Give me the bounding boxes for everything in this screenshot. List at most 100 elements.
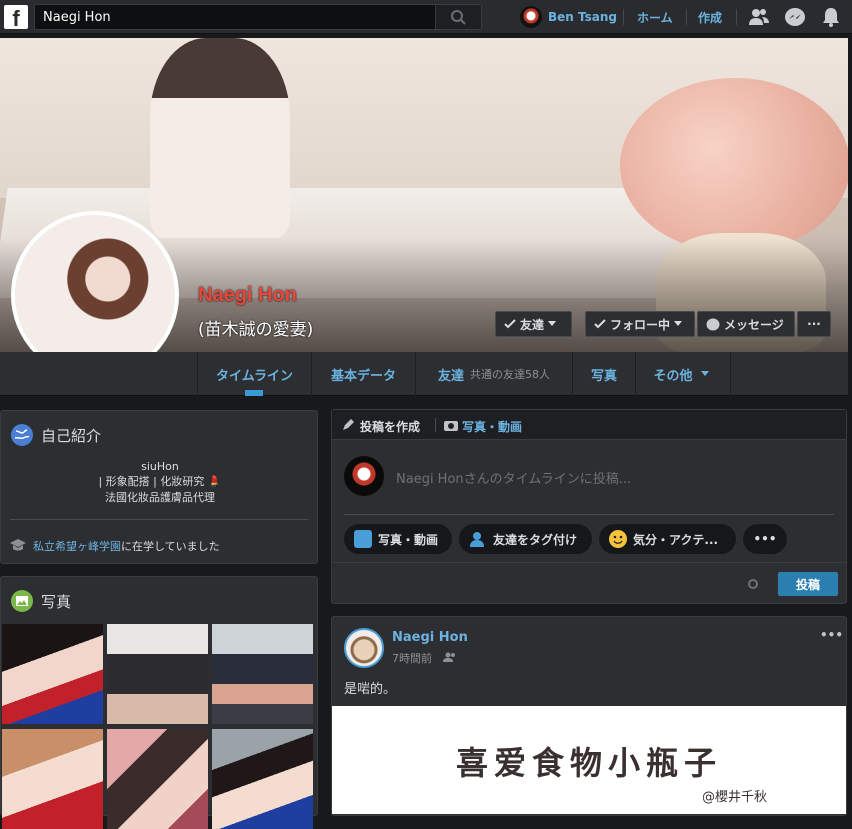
tab-label: 基本データ [330,368,396,384]
photo-thumbnail[interactable] [107,624,208,724]
chevron-down-icon [548,321,557,326]
tab-friends[interactable]: 友達 共通の友達58人 [415,352,572,396]
tab-about[interactable]: 基本データ [311,352,415,396]
bio-line: 法國化妝品護膚品代理 [105,491,215,504]
notifications-icon [823,8,839,27]
school-link[interactable]: 私立希望ヶ峰学園 [33,540,121,553]
photos-icon [11,590,33,612]
top-navigation-bar: f Ben Tsang ホーム 作成 [0,0,852,34]
search-bar [34,4,482,30]
notifications-button[interactable] [820,7,842,27]
composer-tabs: 投稿を作成 写真・動画 [332,410,846,440]
school-suffix: に在学していました [121,540,220,553]
photos-title[interactable]: 写真 [41,591,71,612]
chip-label: 友達をタグ付け [493,532,578,547]
chip-label: 写真・動画 [378,532,439,547]
checkmark-icon [594,319,606,329]
tag-friends-icon [470,532,484,547]
following-button[interactable]: フォロー中 [585,311,695,337]
profile-alternate-name: (苗木誠の愛妻) [198,320,314,340]
user-avatar [520,6,542,28]
photo-video-tab[interactable]: 写真・動画 [462,418,522,435]
chevron-down-icon [700,371,709,376]
photo-thumbnail[interactable] [107,729,208,829]
more-icon: ··· [807,317,821,331]
following-button-label: フォロー中 [610,317,671,332]
bio-line: | 形象配搭 | 化妝研究 💄 [98,475,222,488]
search-icon [451,10,466,25]
more-options-chip[interactable]: ••• [743,524,787,554]
divider [435,418,436,432]
divider [332,562,846,563]
tag-friends-chip[interactable]: 友達をタグ付け [459,524,592,554]
intro-panel: 自己紹介 siuHon | 形象配搭 | 化妝研究 💄 法國化妝品護膚品代理 私… [0,410,318,564]
intro-title: 自己紹介 [41,427,102,445]
composer-placeholder[interactable]: Naegi Honさんのタイムラインに投稿... [396,468,631,487]
search-input[interactable] [35,5,435,29]
camera-icon [444,421,458,431]
divider [736,9,737,25]
cover-flowers [620,78,848,253]
cover-person [150,38,290,238]
create-post-tab[interactable]: 投稿を作成 [360,418,420,435]
photo-thumbnail[interactable] [212,624,313,724]
profile-shortcut[interactable]: Ben Tsang [520,6,617,28]
settings-icon[interactable] [747,578,759,590]
photo-thumbnail[interactable] [2,729,103,829]
messenger-icon [706,318,720,330]
friend-requests-button[interactable] [748,7,770,27]
pencil-icon [343,419,354,430]
post-author[interactable]: Naegi Hon [392,630,468,645]
user-name-link[interactable]: Ben Tsang [548,10,617,24]
chevron-down-icon [674,321,683,326]
smiley-icon [609,530,627,548]
tab-label: 写真 [590,368,617,384]
create-link[interactable]: 作成 [698,9,722,26]
feeling-activity-chip[interactable]: 気分・アクテ... [599,524,736,554]
author-avatar[interactable] [344,628,384,668]
profile-name[interactable]: Naegi Hon [198,284,297,307]
photo-video-chip[interactable]: 写真・動画 [344,524,452,554]
home-link[interactable]: ホーム [637,9,673,26]
user-avatar [344,456,384,496]
post-image-title: 喜爱食物小瓶子 [455,744,722,782]
globe-icon [11,424,33,446]
friends-button-label: 友達 [520,317,545,332]
photo-thumbnail[interactable] [212,729,313,829]
message-button-label: メッセージ [724,317,784,332]
messenger-button[interactable] [784,7,806,27]
audience-friends-icon [443,652,455,662]
friends-button[interactable]: 友達 [495,311,572,337]
friends-icon [749,9,769,25]
divider [10,519,308,520]
message-button[interactable]: メッセージ [697,311,795,337]
search-button[interactable] [435,5,481,29]
divider [623,9,624,25]
photo-icon [354,530,372,548]
post-image-credit: @櫻井千秋 [702,790,768,805]
tab-label: タイムライン [215,368,294,384]
post-button[interactable]: 投稿 [778,572,838,596]
post-timestamp[interactable]: 7時間前 [392,650,432,666]
tab-label: 友達 [437,368,464,384]
tab-photos[interactable]: 写真 [572,352,635,396]
mutual-friends-count: 共通の友達58人 [470,368,550,381]
photo-thumbnail[interactable] [2,624,103,724]
post-text: 是啱的。 [344,682,397,697]
tab-label: その他 [653,368,693,384]
graduation-cap-icon [10,539,26,551]
profile-tab-bar: タイムライン 基本データ 友達 共通の友達58人 写真 その他 [0,352,848,396]
chip-label: 気分・アクテ... [633,532,719,547]
divider [686,9,687,25]
divider [344,514,834,515]
bio-line: siuHon [141,460,179,473]
active-tab-indicator [245,390,263,396]
post-image[interactable]: 喜爱食物小瓶子 @櫻井千秋 [332,706,846,814]
more-options-button[interactable]: ··· [797,311,831,337]
facebook-logo[interactable]: f [4,5,28,31]
checkmark-icon [504,319,516,329]
tab-more[interactable]: その他 [635,352,731,396]
more-icon: ••• [753,532,777,546]
messenger-icon [785,8,805,26]
post-menu-button[interactable]: ••• [820,628,843,642]
